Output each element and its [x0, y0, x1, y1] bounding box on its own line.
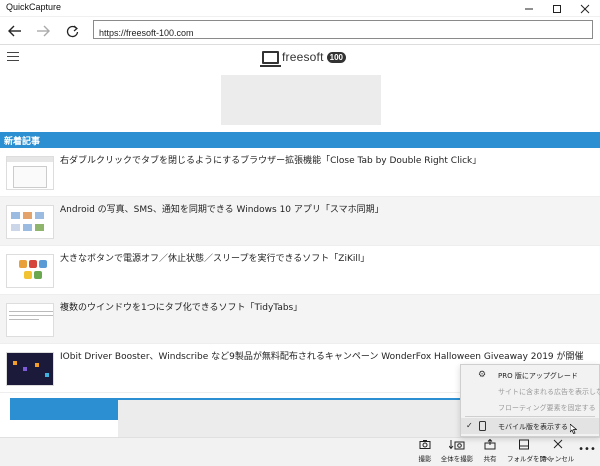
- cancel-button[interactable]: キャンセル: [541, 439, 575, 466]
- menu-item-hide-ads[interactable]: サイトに含まれる広告を表示しない: [461, 383, 600, 399]
- gear-icon: ⚙: [477, 370, 487, 380]
- menu-item-upgrade[interactable]: ⚙ PRO 版にアップグレード: [461, 367, 599, 383]
- menu-label-upgrade: PRO 版にアップグレード: [498, 372, 578, 380]
- open-folder-label: フォルダを開く: [507, 455, 553, 463]
- article-title[interactable]: 右ダブルクリックでタブを閉じるようにするブラウザー拡張機能「Close Tab …: [60, 155, 590, 167]
- back-arrow-icon[interactable]: [3, 19, 27, 43]
- article-thumbnail[interactable]: [6, 254, 54, 288]
- share-icon: [473, 438, 507, 453]
- open-folder-button[interactable]: フォルダを開く: [507, 439, 553, 466]
- site-logo[interactable]: freesoft 100: [260, 48, 346, 67]
- fullpage-camera-icon: [440, 439, 474, 453]
- fullpage-label: 全体を撮影: [440, 455, 474, 463]
- share-button[interactable]: 共有: [473, 438, 507, 466]
- article-thumbnail[interactable]: [6, 205, 54, 239]
- mobile-phone-icon: [477, 421, 487, 431]
- monitor-icon: [260, 50, 281, 67]
- share-label: 共有: [483, 455, 497, 463]
- menu-label-mobile: モバイル版を表示する: [498, 423, 568, 431]
- logo-text: freesoft: [282, 50, 324, 64]
- capture-button[interactable]: 撮影: [408, 439, 442, 466]
- ad-placeholder: [221, 75, 381, 125]
- article-item[interactable]: Android の写真、SMS、通知を同期できる Windows 10 アプリ「…: [0, 197, 600, 246]
- fullpage-capture-button[interactable]: 全体を撮影: [440, 439, 474, 466]
- article-title[interactable]: 複数のウインドウを1つにタブ化できるソフト「TidyTabs」: [60, 302, 590, 314]
- url-field[interactable]: [93, 20, 593, 42]
- ad-overlay: [118, 400, 460, 440]
- url-input[interactable]: [94, 24, 592, 42]
- camera-icon: [408, 439, 442, 453]
- article-thumbnail[interactable]: [6, 156, 54, 190]
- article-item[interactable]: 大きなボタンで電源オフ／休止状態／スリープを実行できるソフト「ZiKill」: [0, 246, 600, 295]
- article-thumbnail[interactable]: [6, 352, 54, 386]
- menu-label-fix-floating: フローティング要素を固定する: [498, 404, 596, 412]
- article-title[interactable]: 大きなボタンで電源オフ／休止状態／スリープを実行できるソフト「ZiKill」: [60, 253, 590, 265]
- maximize-icon[interactable]: [544, 0, 570, 17]
- article-item[interactable]: 右ダブルクリックでタブを閉じるようにするブラウザー拡張機能「Close Tab …: [0, 148, 600, 197]
- minimize-icon[interactable]: [516, 0, 542, 17]
- article-item[interactable]: 複数のウインドウを1つにタブ化できるソフト「TidyTabs」: [0, 295, 600, 344]
- bottom-toolbar: 撮影 全体を撮影 共有 フォルダを開く キャンセル •••: [0, 437, 600, 466]
- window-title: QuickCapture: [6, 2, 62, 12]
- close-x-icon: [541, 439, 575, 453]
- article-list: 右ダブルクリックでタブを閉じるようにするブラウザー拡張機能「Close Tab …: [0, 148, 600, 393]
- title-bar: QuickCapture: [0, 0, 600, 17]
- article-title[interactable]: Android の写真、SMS、通知を同期できる Windows 10 アプリ「…: [60, 204, 590, 216]
- forward-arrow-icon[interactable]: [31, 19, 55, 43]
- section-title: 新着記事: [4, 137, 41, 147]
- logo-badge: 100: [326, 51, 346, 63]
- menu-item-mobile[interactable]: ✓ モバイル版を表示する: [461, 418, 599, 434]
- mouse-cursor-icon: [570, 424, 577, 434]
- options-menu: ⚙ PRO 版にアップグレード サイトに含まれる広告を表示しない フローティング…: [460, 364, 600, 437]
- folder-open-icon: [507, 439, 541, 453]
- article-title[interactable]: IObit Driver Booster、Windscribe など9製品が無料…: [60, 351, 590, 363]
- menu-label-hide-ads: サイトに含まれる広告を表示しない: [498, 388, 600, 396]
- menu-item-fix-floating[interactable]: フローティング要素を固定する: [461, 399, 599, 415]
- close-icon[interactable]: [572, 0, 598, 17]
- reload-icon[interactable]: [60, 19, 84, 43]
- site-header: freesoft 100: [0, 45, 600, 69]
- cancel-label: キャンセル: [541, 455, 575, 463]
- article-thumbnail[interactable]: [6, 303, 54, 337]
- checkmark-icon: ✓: [466, 421, 473, 430]
- more-icon[interactable]: •••: [578, 444, 596, 460]
- menu-divider: [465, 416, 595, 417]
- capture-label: 撮影: [418, 455, 432, 463]
- section-header: 新着記事: [0, 132, 600, 148]
- hamburger-menu-icon[interactable]: [7, 52, 19, 62]
